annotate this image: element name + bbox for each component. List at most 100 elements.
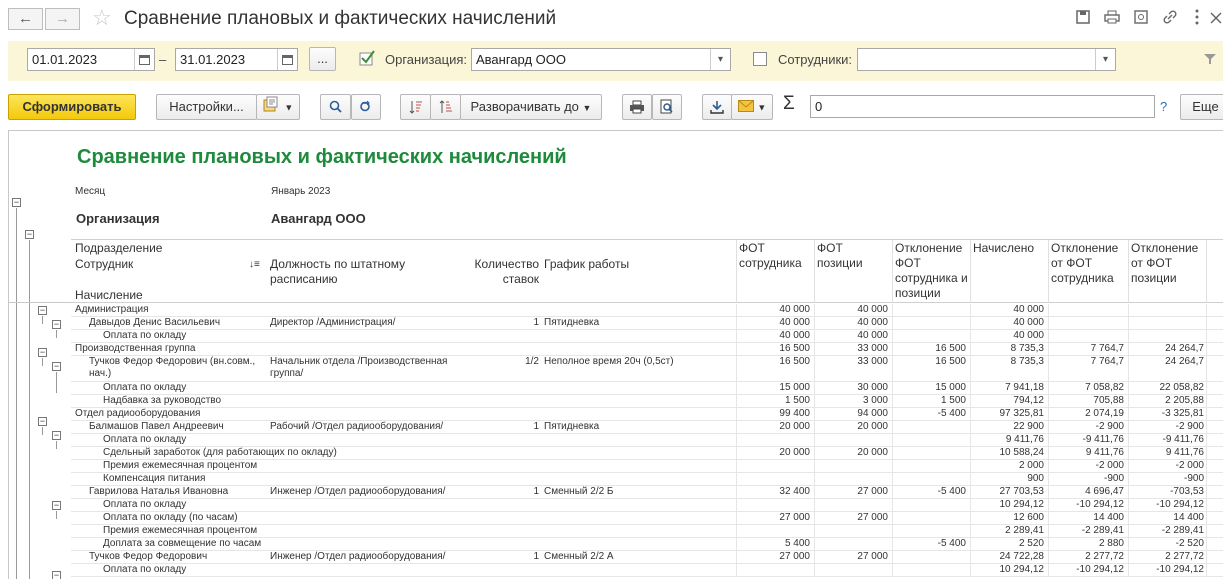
header-deviation-emp-pos: Отклонение ФОТ сотрудника и позиции <box>895 241 968 300</box>
favorite-star-icon[interactable]: ☆ <box>92 5 112 31</box>
calendar-icon[interactable] <box>134 49 154 70</box>
table-row[interactable]: Надбавка за руководство 1 500 3 000 1 500 79… <box>71 395 1223 408</box>
report-rows: Администрация 40 000 40 000 40 000 Давыдов Д… <box>71 304 1223 577</box>
organization-value: Авангард ООО <box>476 52 566 67</box>
back-button[interactable]: ← <box>8 8 43 30</box>
report-spreadsheet[interactable]: − − Сравнение плановых и фактических нач… <box>8 130 1223 579</box>
cell-sum-field[interactable]: 0 <box>810 95 1155 118</box>
table-row[interactable]: Администрация 40 000 40 000 40 000 <box>71 304 1223 317</box>
cell-dev <box>892 434 966 446</box>
table-row[interactable]: Тучков Федор Федорович (вн.совм., нач.) Н… <box>71 356 1223 382</box>
column-separator <box>1048 538 1049 550</box>
calendar-icon[interactable] <box>277 49 297 70</box>
dropdown-icon[interactable]: ▾ <box>710 49 730 70</box>
table-row[interactable]: Оплата по окладу 10 294,12 -10 294,12 -10 2… <box>71 499 1223 512</box>
period-select-button[interactable]: ... <box>309 47 336 71</box>
table-row[interactable]: Премия ежемесячная процентом 2 000 -2 000-… <box>71 460 1223 473</box>
dropdown-icon[interactable]: ▾ <box>1095 49 1115 70</box>
collapse-toggle[interactable]: − <box>52 501 61 510</box>
collapse-toggle[interactable]: − <box>52 571 61 579</box>
collapse-toggle[interactable]: − <box>52 362 61 371</box>
help-link[interactable]: ? <box>1160 99 1167 114</box>
table-row[interactable]: Оплата по окладу (по часам) 27 000 27 000 1… <box>71 512 1223 525</box>
organization-checkbox[interactable] <box>359 50 375 66</box>
forward-button[interactable]: → <box>45 8 80 30</box>
column-separator <box>892 382 893 394</box>
cell-fot-pos: 27 000 <box>857 512 888 523</box>
table-row[interactable]: Сдельный заработок (для работающих по ок… <box>71 447 1223 460</box>
more-vertical-icon[interactable] <box>1187 9 1207 29</box>
table-row[interactable]: Оплата по окладу 15 000 30 000 15 000 7 941,… <box>71 382 1223 395</box>
table-row[interactable]: Доплата за совмещение по часам 5 400 -5 40… <box>71 538 1223 551</box>
sort-descending-button[interactable] <box>430 94 461 120</box>
collapse-toggle[interactable]: − <box>38 348 47 357</box>
print-button[interactable] <box>622 94 652 120</box>
collapse-toggle[interactable]: − <box>25 230 34 239</box>
cell-dev-emp: 7 058,82 <box>1085 382 1124 393</box>
cell-position <box>270 460 462 472</box>
collapse-toggle[interactable]: − <box>52 431 61 440</box>
close-icon[interactable] <box>1206 9 1223 29</box>
cell-schedule <box>544 330 734 342</box>
sort-ascending-button[interactable] <box>400 94 431 120</box>
link-icon[interactable] <box>1160 9 1180 29</box>
table-row[interactable]: Производственная группа 16 500 33 000 16 50… <box>71 343 1223 356</box>
table-row[interactable]: Компенсация питания 900 -900 -900 <box>71 473 1223 486</box>
cell-dev-pos: -900 <box>1183 473 1204 484</box>
cell-rates: 1 <box>533 421 539 432</box>
cell-rates <box>464 395 539 407</box>
column-separator <box>892 408 893 420</box>
collapse-toggle[interactable]: − <box>38 306 47 315</box>
cell-rates <box>464 525 539 537</box>
table-row[interactable]: Оплата по окладу 10 294,12 -10 294,12 -10 2… <box>71 564 1223 577</box>
cell-fot-pos: 40 000 <box>857 330 888 341</box>
column-separator <box>736 460 737 472</box>
filter-panel: 01.01.2023 – 31.01.2023 ... Организация:… <box>8 41 1223 81</box>
find-button[interactable] <box>320 94 351 120</box>
save-button[interactable] <box>702 94 732 120</box>
column-separator <box>892 551 893 563</box>
cell-rates <box>464 564 539 576</box>
generate-button[interactable]: Сформировать <box>8 94 136 120</box>
table-row[interactable]: Премия ежемесячная процентом 2 289,41 -2 2… <box>71 525 1223 538</box>
employees-field[interactable]: ▾ <box>857 48 1116 71</box>
column-separator <box>1048 434 1049 446</box>
settings-button[interactable]: Настройки... <box>156 94 257 120</box>
collapse-toggle[interactable]: − <box>38 417 47 426</box>
column-separator <box>892 473 893 485</box>
employees-checkbox[interactable] <box>753 52 767 66</box>
table-row[interactable]: Оплата по окладу 40 000 40 000 40 000 <box>71 330 1223 343</box>
table-row[interactable]: Балмашов Павел Андреевич Рабочий /Отдел р… <box>71 421 1223 434</box>
table-row[interactable]: Отдел радиооборудования 99 400 94 000 -5 40… <box>71 408 1223 421</box>
table-row[interactable]: Гаврилова Наталья Ивановна Инженер /Отдел… <box>71 486 1223 499</box>
find-next-button[interactable] <box>351 94 381 120</box>
column-separator <box>970 486 971 498</box>
table-row[interactable]: Тучков Федор Федорович Инженер /Отдел рад… <box>71 551 1223 564</box>
collapse-toggle[interactable]: − <box>12 198 21 207</box>
table-row[interactable]: Оплата по окладу 9 411,76 -9 411,76 -9 411,… <box>71 434 1223 447</box>
send-email-button[interactable]: ▼ <box>731 94 773 120</box>
preview-icon[interactable] <box>1131 9 1151 29</box>
more-button[interactable]: Еще <box>1180 94 1223 120</box>
table-row[interactable]: Давыдов Денис Васильевич Директор /Админи… <box>71 317 1223 330</box>
column-separator <box>892 512 893 524</box>
expand-to-button[interactable]: Разворачивать до ▼ <box>460 94 602 120</box>
filter-icon[interactable] <box>1200 50 1220 70</box>
cell-accrued: 794,12 <box>1013 395 1044 406</box>
save-disk-icon[interactable] <box>1073 9 1093 29</box>
column-separator <box>814 304 815 316</box>
cell-position <box>270 525 462 537</box>
organization-field[interactable]: Авангард ООО ▾ <box>471 48 731 71</box>
cell-fot-pos: 27 000 <box>857 486 888 497</box>
cell-position <box>270 512 462 524</box>
variant-button[interactable]: ▼ <box>256 94 300 120</box>
sort-desc-icon[interactable]: ↓≡ <box>249 257 260 272</box>
column-separator <box>814 460 815 472</box>
print-icon[interactable] <box>1102 9 1122 29</box>
date-to-field[interactable]: 31.01.2023 <box>175 48 298 71</box>
collapse-toggle[interactable]: − <box>52 320 61 329</box>
cell-sum-value: 0 <box>815 99 823 114</box>
cell-fot-emp <box>736 473 810 485</box>
date-from-field[interactable]: 01.01.2023 <box>27 48 155 71</box>
print-preview-button[interactable] <box>652 94 682 120</box>
